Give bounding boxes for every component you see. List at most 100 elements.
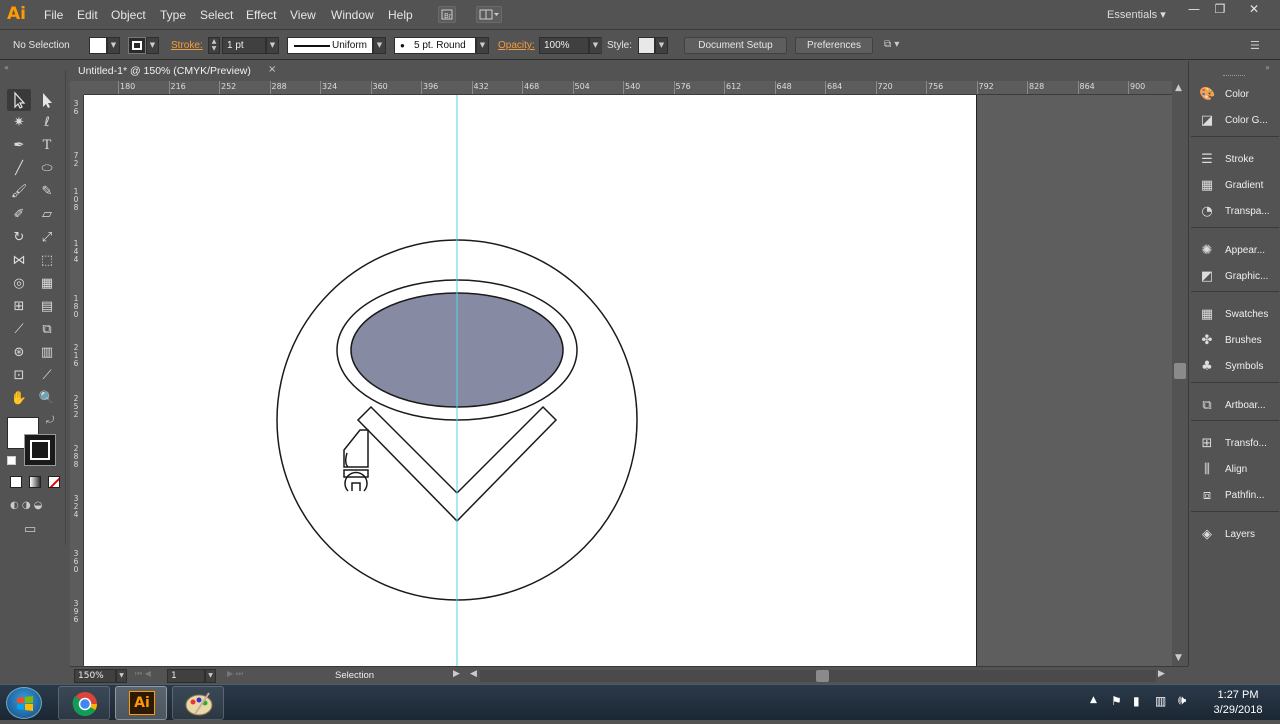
artboard-tool-icon[interactable]: ⊡ (7, 365, 31, 387)
start-button[interactable] (6, 687, 42, 719)
menu-select[interactable]: Select (200, 8, 233, 22)
graphic-style-swatch[interactable] (638, 37, 655, 54)
opacity-label[interactable]: Opacity: (498, 40, 535, 51)
close-tab-icon[interactable]: × (268, 64, 276, 75)
paint-taskbar-button[interactable] (172, 686, 224, 720)
artboard-dropdown[interactable]: ▼ (205, 669, 216, 683)
expand-panels-icon[interactable]: » (1265, 63, 1270, 72)
chrome-taskbar-button[interactable] (58, 686, 110, 720)
panel-graphic-styles[interactable]: ◩ Graphic... (1191, 266, 1279, 288)
paintbrush-tool-icon[interactable]: 🖌 (7, 181, 31, 203)
style-dropdown[interactable]: ▼ (655, 37, 668, 54)
zoom-tool-icon[interactable]: 🔍 (35, 388, 59, 410)
vertical-scrollbar[interactable]: ▲ ▼ (1172, 81, 1188, 666)
color-mode-icon[interactable] (10, 476, 22, 488)
width-tool-icon[interactable]: ⋈ (7, 250, 31, 272)
vertical-ruler[interactable]: 36 72 108 144 180 216 252 288 324 360 396 (70, 95, 84, 666)
selection-tool-icon[interactable] (7, 89, 31, 111)
scroll-right-icon[interactable]: ▶ (1158, 669, 1165, 679)
zoom-dropdown[interactable]: ▼ (116, 669, 127, 683)
minimize-button[interactable]: — (1180, 2, 1208, 16)
stroke-weight-field[interactable]: 1 pt (222, 37, 266, 54)
volume-icon[interactable]: 🕪 (1178, 693, 1186, 708)
document-tab[interactable]: Untitled-1* @ 150% (CMYK/Preview) × (74, 61, 280, 81)
blend-tool-icon[interactable]: ⧉ (35, 319, 59, 341)
shaper-tool-icon[interactable]: ✐ (7, 204, 31, 226)
panel-brushes[interactable]: ✤ Brushes (1191, 330, 1279, 352)
scroll-up-icon[interactable]: ▲ (1175, 83, 1182, 93)
ellipse-tool-icon[interactable]: ⬭ (35, 158, 59, 180)
brush-dropdown[interactable]: ▼ (476, 37, 489, 54)
pen-tool-icon[interactable]: ✒ (7, 135, 31, 157)
arrange-documents-button[interactable] (476, 6, 502, 23)
menu-file[interactable]: File (44, 8, 63, 22)
action-center-icon[interactable]: ⚑ (1111, 694, 1122, 708)
artboard-number-field[interactable]: 1 (167, 669, 205, 683)
type-tool-icon[interactable]: T (35, 135, 59, 157)
panel-pathfinder[interactable]: ⧈ Pathfin... (1191, 485, 1279, 507)
fill-swatch[interactable] (89, 37, 107, 54)
panel-artboards[interactable]: ⧉ Artboar... (1191, 395, 1279, 417)
stroke-label[interactable]: Stroke: (171, 40, 203, 51)
stroke-swatch[interactable] (128, 37, 146, 54)
panel-transform[interactable]: ⊞ Transfo... (1191, 433, 1279, 455)
status-menu-icon[interactable]: ▶ (453, 669, 460, 679)
slice-tool-icon[interactable]: ⟋ (35, 365, 59, 387)
opacity-field[interactable]: 100% (539, 37, 589, 54)
panel-transparency[interactable]: ◔ Transpa... (1191, 201, 1279, 223)
stroke-dropdown[interactable]: ▼ (146, 37, 159, 54)
panel-gradient[interactable]: ▦ Gradient (1191, 175, 1279, 197)
screen-mode-icon[interactable]: ▭ (24, 522, 36, 537)
fill-dropdown[interactable]: ▼ (107, 37, 120, 54)
workspace-switcher[interactable]: Essentials ▾ (1107, 8, 1166, 21)
menu-window[interactable]: Window (331, 8, 374, 22)
panel-menu-icon[interactable]: ☰ (1250, 39, 1266, 53)
variable-width-profile[interactable]: Uniform (287, 37, 373, 54)
eraser-tool-icon[interactable]: ▱ (35, 204, 59, 226)
gradient-mode-icon[interactable] (29, 476, 41, 488)
perspective-grid-tool-icon[interactable]: ▦ (35, 273, 59, 295)
menu-type[interactable]: Type (160, 8, 186, 22)
canvas[interactable] (84, 95, 1172, 666)
bridge-button[interactable]: Br (438, 6, 456, 23)
arrange-icon[interactable]: ⧉ ▾ (884, 39, 910, 53)
rotate-tool-icon[interactable]: ↻ (7, 227, 31, 249)
column-graph-tool-icon[interactable]: ▥ (35, 342, 59, 364)
document-setup-button[interactable]: Document Setup (684, 37, 787, 54)
pencil-tool-icon[interactable]: ✎ (35, 181, 59, 203)
vertical-scroll-thumb[interactable] (1174, 363, 1186, 379)
panel-color[interactable]: 🎨 Color (1191, 84, 1279, 106)
horizontal-ruler[interactable]: 180 216 252 288 324 360 396 432 468 504 540 576 612 6… (84, 81, 1172, 95)
menu-edit[interactable]: Edit (77, 8, 98, 22)
panel-layers[interactable]: ◈ Layers (1191, 524, 1279, 546)
illustrator-taskbar-button[interactable]: Ai (115, 686, 167, 720)
ruler-origin[interactable] (70, 81, 84, 95)
panel-align[interactable]: ⫼ Align (1191, 459, 1279, 481)
menu-view[interactable]: View (290, 8, 316, 22)
stroke-weight-dropdown[interactable]: ▼ (266, 37, 279, 54)
direct-selection-tool-icon[interactable] (35, 89, 59, 111)
network-icon[interactable]: ▥ (1155, 694, 1166, 708)
free-transform-tool-icon[interactable]: ⬚ (35, 250, 59, 272)
scroll-left-icon[interactable]: ◀ (470, 669, 477, 679)
menu-effect[interactable]: Effect (246, 8, 276, 22)
stroke-weight-stepper[interactable]: ▲ ▼ (208, 37, 220, 54)
draw-normal-icon[interactable]: ◐ ◑ ◒ (10, 500, 43, 511)
panel-appearance[interactable]: ✺ Appear... (1191, 240, 1279, 262)
panel-symbols[interactable]: ♣ Symbols (1191, 356, 1279, 378)
zoom-field[interactable]: 150% (74, 669, 116, 683)
preferences-button[interactable]: Preferences (795, 37, 873, 54)
swap-fill-stroke-icon[interactable]: ⤾ (46, 415, 54, 426)
panel-stroke[interactable]: ☰ Stroke (1191, 149, 1279, 171)
symbol-sprayer-tool-icon[interactable]: ⊛ (7, 342, 31, 364)
none-mode-icon[interactable] (48, 476, 60, 488)
show-hidden-icons[interactable]: ▲ (1090, 695, 1097, 705)
stroke-color-box[interactable] (24, 434, 56, 466)
last-artboard-icon[interactable]: ▶ ⏭ (227, 669, 243, 679)
scale-tool-icon[interactable]: ⤢ (35, 227, 59, 249)
menu-help[interactable]: Help (388, 8, 413, 22)
panel-color-guide[interactable]: ◪ Color G... (1191, 110, 1279, 132)
panel-swatches[interactable]: ▦ Swatches (1191, 304, 1279, 326)
gradient-tool-icon[interactable]: ▤ (35, 296, 59, 318)
clock[interactable]: 1:27 PM 3/29/2018 (1206, 688, 1270, 718)
